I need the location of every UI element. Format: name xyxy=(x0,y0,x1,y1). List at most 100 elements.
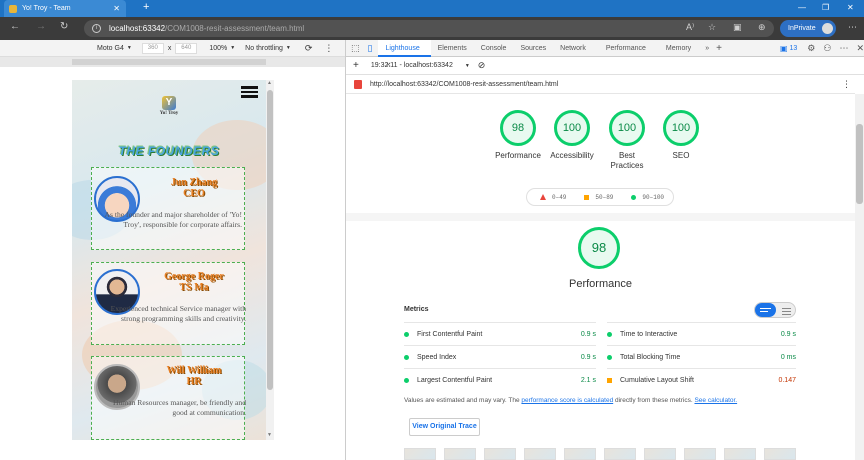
issues-icon: ▣ xyxy=(779,43,788,53)
legend-average: 50–89 xyxy=(595,193,614,201)
score-label: Best Practices xyxy=(610,151,644,170)
score-label: Accessibility xyxy=(550,151,594,160)
tab-sources[interactable]: Sources xyxy=(513,40,553,57)
tab-elements[interactable]: Elements xyxy=(431,40,474,57)
pass-circle-icon xyxy=(607,354,612,360)
tab-network[interactable]: Network xyxy=(553,40,593,57)
brand-name: Yo! Troy xyxy=(159,111,179,116)
metrics-view-toggle[interactable] xyxy=(754,302,796,318)
minimize-icon[interactable]: — xyxy=(798,3,806,12)
issues-badge[interactable]: ▣ 13 xyxy=(780,44,797,53)
width-input[interactable]: 360 xyxy=(141,42,164,54)
device-toggle-icon[interactable]: ▯ xyxy=(368,43,373,54)
zoom-dropdown-icon[interactable]: ▼ xyxy=(230,45,235,51)
close-tab-icon[interactable]: ✕ xyxy=(113,4,120,13)
url-path: /COM1008-resit-assessment/team.html xyxy=(165,24,305,33)
score-performance[interactable]: 98 Performance xyxy=(488,110,548,161)
filmstrip-frame xyxy=(724,448,756,460)
filmstrip-frame xyxy=(644,448,676,460)
device-more-icon[interactable]: ⋮ xyxy=(324,43,333,54)
site-info-icon[interactable]: i xyxy=(92,24,101,33)
devtools-more-icon[interactable]: ⋯ xyxy=(839,43,848,54)
extension-icon[interactable]: ▣ xyxy=(733,22,742,33)
metric-value: 0.9 s xyxy=(780,330,796,338)
inprivate-button[interactable]: InPrivate xyxy=(780,20,836,37)
scroll-down-icon[interactable]: ▼ xyxy=(267,432,272,438)
favorites-add-icon[interactable]: ☆ xyxy=(708,22,716,33)
score-seo[interactable]: 100 SEO xyxy=(651,110,711,161)
tab-lighthouse[interactable]: Lighthouse ✕ xyxy=(378,39,431,69)
filmstrip-frame xyxy=(404,448,436,460)
refresh-icon[interactable]: ↻ xyxy=(60,21,68,32)
browser-tab[interactable]: Yo! Troy - Team ✕ xyxy=(4,0,126,17)
toggle-expanded-view[interactable] xyxy=(777,303,796,317)
pass-circle-icon xyxy=(404,331,409,337)
more-menu-icon[interactable]: ⋯ xyxy=(848,22,857,33)
remote-devices-icon[interactable]: ⚇ xyxy=(823,43,831,54)
new-tab-icon[interactable]: + xyxy=(143,1,149,13)
scroll-up-icon[interactable]: ▲ xyxy=(267,80,272,86)
url-host: localhost:63342 xyxy=(109,24,166,33)
site-logo[interactable]: Y Yo! Troy xyxy=(158,96,180,120)
see-calculator-link[interactable]: See calculator. xyxy=(694,397,737,404)
score-label: SEO xyxy=(672,151,690,160)
close-window-icon[interactable]: ✕ xyxy=(847,3,854,12)
score-best-practices[interactable]: 100 Best Practices xyxy=(597,110,657,171)
metric-name: Cumulative Layout Shift xyxy=(620,376,694,384)
tab-console[interactable]: Console xyxy=(474,40,514,57)
throttle-select[interactable]: No throttling xyxy=(245,45,283,52)
hamburger-menu-icon[interactable] xyxy=(241,86,258,100)
score-gauge: 100 xyxy=(609,110,645,146)
height-input[interactable]: 640 xyxy=(175,42,198,54)
close-devtools-icon[interactable]: ✕ xyxy=(856,43,864,54)
new-report-icon[interactable]: + xyxy=(353,60,359,71)
score-calculated-link[interactable]: performance score is calculated xyxy=(521,397,613,404)
page-scrollbar[interactable]: ▲ ▼ xyxy=(266,80,274,440)
founder-description: As the founder and major shareholder of … xyxy=(104,210,242,229)
address-bar[interactable]: i localhost:63342 /COM1008-resit-assessm… xyxy=(84,20,774,37)
report-dropdown-icon[interactable]: ▼ xyxy=(465,63,470,69)
collections-icon[interactable]: ⊕ xyxy=(758,22,766,33)
metric-value: 0.9 s xyxy=(580,330,596,338)
inprivate-label: InPrivate xyxy=(788,25,816,32)
add-tab-icon[interactable]: + xyxy=(716,43,722,54)
device-dropdown-icon[interactable]: ▼ xyxy=(127,45,132,51)
performance-gauge: 98 xyxy=(578,227,620,269)
settings-icon[interactable]: ⚙ xyxy=(807,43,815,54)
score-accessibility[interactable]: 100 Accessibility xyxy=(542,110,602,161)
tab-memory[interactable]: Memory xyxy=(659,40,698,57)
rotate-icon[interactable]: ⟳ xyxy=(305,43,313,54)
lighthouse-logo-icon xyxy=(354,79,362,89)
report-select[interactable]: 19:32:11 - localhost:63342 xyxy=(371,62,453,69)
clear-icon[interactable]: ⊘ xyxy=(478,60,486,71)
maximize-icon[interactable]: ❐ xyxy=(822,3,829,12)
metric-row: First Contentful Paint 0.9 s xyxy=(404,322,596,345)
dimension-separator: x xyxy=(167,44,172,52)
throttle-dropdown-icon[interactable]: ▼ xyxy=(286,45,291,51)
tab-performance[interactable]: Performance xyxy=(599,40,653,57)
view-original-trace-button[interactable]: View Original Trace xyxy=(409,418,480,436)
more-tabs-button[interactable]: » xyxy=(698,40,716,57)
metric-name: Largest Contentful Paint xyxy=(417,376,493,384)
inspect-icon[interactable]: ⬚ xyxy=(351,43,360,54)
forward-icon[interactable]: → xyxy=(36,21,46,32)
device-toolbar: Moto G4 ▼ 360 x 640 100% ▼ No throttling… xyxy=(0,40,345,57)
scrollbar-thumb[interactable] xyxy=(856,124,863,204)
metric-value: 0 ms xyxy=(780,353,796,361)
filmstrip-frame xyxy=(684,448,716,460)
back-icon[interactable]: ← xyxy=(10,21,20,32)
founder-card: Will William HR Human Resources manager,… xyxy=(91,356,246,440)
founder-name: George Roger xyxy=(164,271,224,282)
filmstrip-frame xyxy=(524,448,556,460)
device-select[interactable]: Moto G4 xyxy=(97,45,124,52)
filmstrip-frame xyxy=(444,448,476,460)
devtools-tabbar: ⬚ ▯ Lighthouse ✕ Elements Console Source… xyxy=(346,39,864,69)
score-gauge: 100 xyxy=(554,110,590,146)
scrollbar-thumb[interactable] xyxy=(267,90,273,390)
read-aloud-icon[interactable]: A⁾ xyxy=(686,22,694,33)
report-menu-icon[interactable]: ⋮ xyxy=(842,79,851,90)
toggle-list-view[interactable] xyxy=(755,303,776,317)
metric-value: 0.9 s xyxy=(580,353,596,361)
devtools-scrollbar[interactable] xyxy=(855,94,864,460)
zoom-select[interactable]: 100% xyxy=(209,45,227,52)
